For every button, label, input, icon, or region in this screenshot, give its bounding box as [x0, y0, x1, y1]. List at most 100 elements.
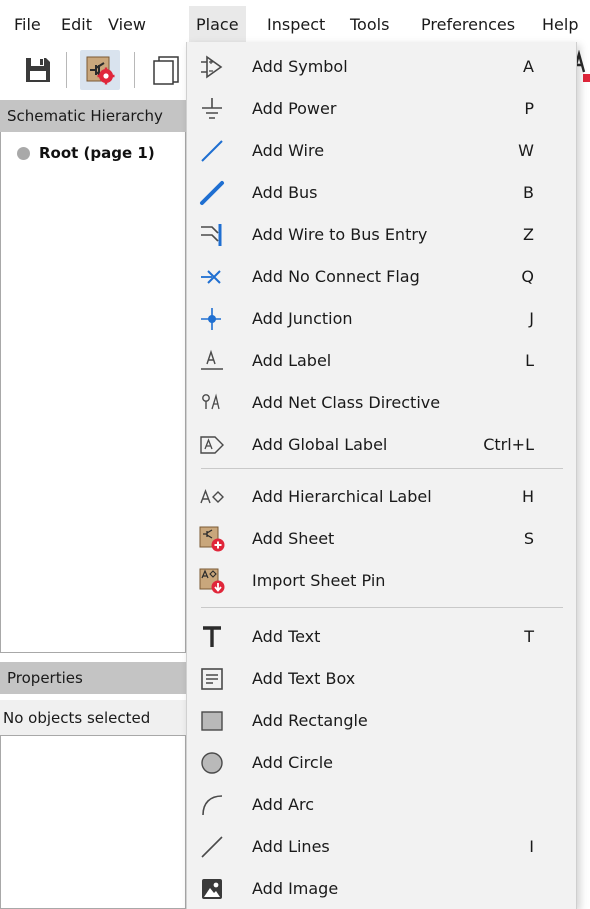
- menu-tools[interactable]: Tools: [350, 15, 389, 35]
- properties-status: No objects selected: [0, 700, 186, 736]
- add-sheet-icon: [199, 526, 225, 552]
- menu-item-label: Add Symbol: [252, 57, 348, 76]
- place-menu: Add Symbol A Add Power P Add Wire W Add …: [186, 42, 577, 909]
- menu-item-add-image[interactable]: Add Image: [187, 868, 576, 909]
- menu-item-add-junction[interactable]: Add Junction J: [187, 298, 576, 340]
- menu-item-shortcut: W: [518, 141, 534, 160]
- page-setup-icon: [153, 56, 179, 85]
- wire-to-bus-entry-icon: [199, 222, 225, 248]
- menu-item-label: Add Arc: [252, 795, 315, 814]
- menu-preferences[interactable]: Preferences: [421, 15, 515, 35]
- hierarchy-panel-title: Schematic Hierarchy: [0, 100, 186, 132]
- properties-panel-title: Properties: [0, 662, 186, 694]
- hierarchy-panel: Root (page 1): [0, 132, 186, 653]
- menu-item-label: Add Circle: [252, 753, 333, 772]
- menu-item-add-symbol[interactable]: Add Symbol A: [187, 46, 576, 88]
- menu-inspect[interactable]: Inspect: [267, 15, 325, 35]
- menu-item-add-label[interactable]: Add Label L: [187, 340, 576, 382]
- main-toolbar: [0, 42, 186, 100]
- menu-item-label: Add Wire to Bus Entry: [252, 225, 428, 244]
- menu-item-add-hierarchical-label[interactable]: Add Hierarchical Label H: [187, 476, 576, 518]
- menu-item-add-global-label[interactable]: Add Global Label Ctrl+L: [187, 424, 576, 466]
- menu-item-import-sheet-pin[interactable]: Import Sheet Pin: [187, 560, 576, 602]
- menu-item-shortcut: A: [523, 57, 534, 76]
- menu-item-label: Add Label: [252, 351, 332, 370]
- menu-item-add-sheet[interactable]: Add Sheet S: [187, 518, 576, 560]
- menu-item-label: Add Text: [252, 627, 321, 646]
- menu-item-shortcut: J: [529, 309, 534, 328]
- symbol-editor-icon: [86, 56, 115, 85]
- menu-item-add-rectangle[interactable]: Add Rectangle: [187, 700, 576, 742]
- net-class-directive-icon: [199, 390, 225, 416]
- text-icon: [199, 624, 225, 650]
- toolbar-separator: [66, 52, 67, 88]
- lines-icon: [199, 834, 225, 860]
- menu-item-add-circle[interactable]: Add Circle: [187, 742, 576, 784]
- add-wire-icon: [199, 138, 225, 164]
- hierarchy-root-label: Root (page 1): [39, 144, 155, 162]
- menu-item-label: Add Bus: [252, 183, 318, 202]
- menu-item-shortcut: P: [524, 99, 534, 118]
- menu-item-wire-to-bus-entry[interactable]: Add Wire to Bus Entry Z: [187, 214, 576, 256]
- menu-item-shortcut: H: [521, 487, 534, 506]
- menu-item-shortcut: S: [523, 529, 534, 548]
- text-box-icon: [199, 666, 225, 692]
- symbol-editor-button[interactable]: [80, 50, 120, 90]
- menu-item-no-connect-flag[interactable]: Add No Connect Flag Q: [187, 256, 576, 298]
- no-connect-flag-icon: [199, 264, 225, 290]
- menu-item-add-bus[interactable]: Add Bus B: [187, 172, 576, 214]
- menu-item-add-lines[interactable]: Add Lines I: [187, 826, 576, 868]
- menu-item-add-text-box[interactable]: Add Text Box: [187, 658, 576, 700]
- menu-item-label: Add Junction: [252, 309, 353, 328]
- menu-item-shortcut: L: [525, 351, 534, 370]
- menu-item-label: Add Lines: [252, 837, 330, 856]
- menu-item-shortcut: B: [523, 183, 534, 202]
- menu-separator: [201, 468, 563, 469]
- menu-item-shortcut: Ctrl+L: [483, 435, 534, 454]
- menu-item-shortcut: Z: [523, 225, 534, 244]
- label-icon: [199, 348, 225, 374]
- menu-separator: [201, 607, 563, 608]
- menu-item-label: Add Image: [252, 879, 339, 898]
- menu-view[interactable]: View: [108, 15, 146, 35]
- hierarchy-root-item[interactable]: Root (page 1): [17, 144, 155, 162]
- menu-file[interactable]: File: [14, 15, 41, 35]
- menu-item-label: Add Rectangle: [252, 711, 368, 730]
- menu-item-label: Add Hierarchical Label: [252, 487, 432, 506]
- menu-item-add-text[interactable]: Add Text T: [187, 616, 576, 658]
- hierarchical-label-icon: [199, 484, 225, 510]
- menu-item-label: Import Sheet Pin: [252, 571, 386, 590]
- menu-item-label: Add Sheet: [252, 529, 335, 548]
- menu-item-shortcut: I: [529, 837, 534, 856]
- menu-item-label: Add Power: [252, 99, 337, 118]
- menu-help[interactable]: Help: [542, 15, 578, 35]
- menu-item-shortcut: T: [524, 627, 534, 646]
- properties-panel: [0, 736, 186, 909]
- menu-item-label: Add Text Box: [252, 669, 356, 688]
- circle-icon: [199, 750, 225, 776]
- arc-icon: [199, 792, 225, 818]
- menu-item-label: Add Net Class Directive: [252, 393, 441, 412]
- add-power-icon: [199, 96, 225, 122]
- page-setup-button[interactable]: [146, 50, 186, 90]
- menu-item-label: Add No Connect Flag: [252, 267, 420, 286]
- junction-icon: [199, 306, 225, 332]
- menu-bar: File Edit View Place Inspect Tools Prefe…: [0, 0, 590, 42]
- add-bus-icon: [199, 180, 225, 206]
- menu-item-label: Add Global Label: [252, 435, 388, 454]
- toolbar-separator: [134, 52, 135, 88]
- menu-edit[interactable]: Edit: [61, 15, 92, 35]
- menu-item-net-class-directive[interactable]: Add Net Class Directive: [187, 382, 576, 424]
- import-sheet-pin-icon: [199, 568, 225, 594]
- menu-item-add-wire[interactable]: Add Wire W: [187, 130, 576, 172]
- rectangle-icon: [199, 708, 225, 734]
- save-icon: [26, 58, 50, 82]
- add-symbol-icon: [199, 54, 225, 80]
- menu-item-add-arc[interactable]: Add Arc: [187, 784, 576, 826]
- menu-item-shortcut: Q: [521, 267, 534, 286]
- menu-item-add-power[interactable]: Add Power P: [187, 88, 576, 130]
- tree-node-icon: [17, 146, 30, 160]
- menu-place[interactable]: Place: [189, 6, 246, 42]
- image-icon: [199, 876, 225, 902]
- save-button[interactable]: [18, 50, 58, 90]
